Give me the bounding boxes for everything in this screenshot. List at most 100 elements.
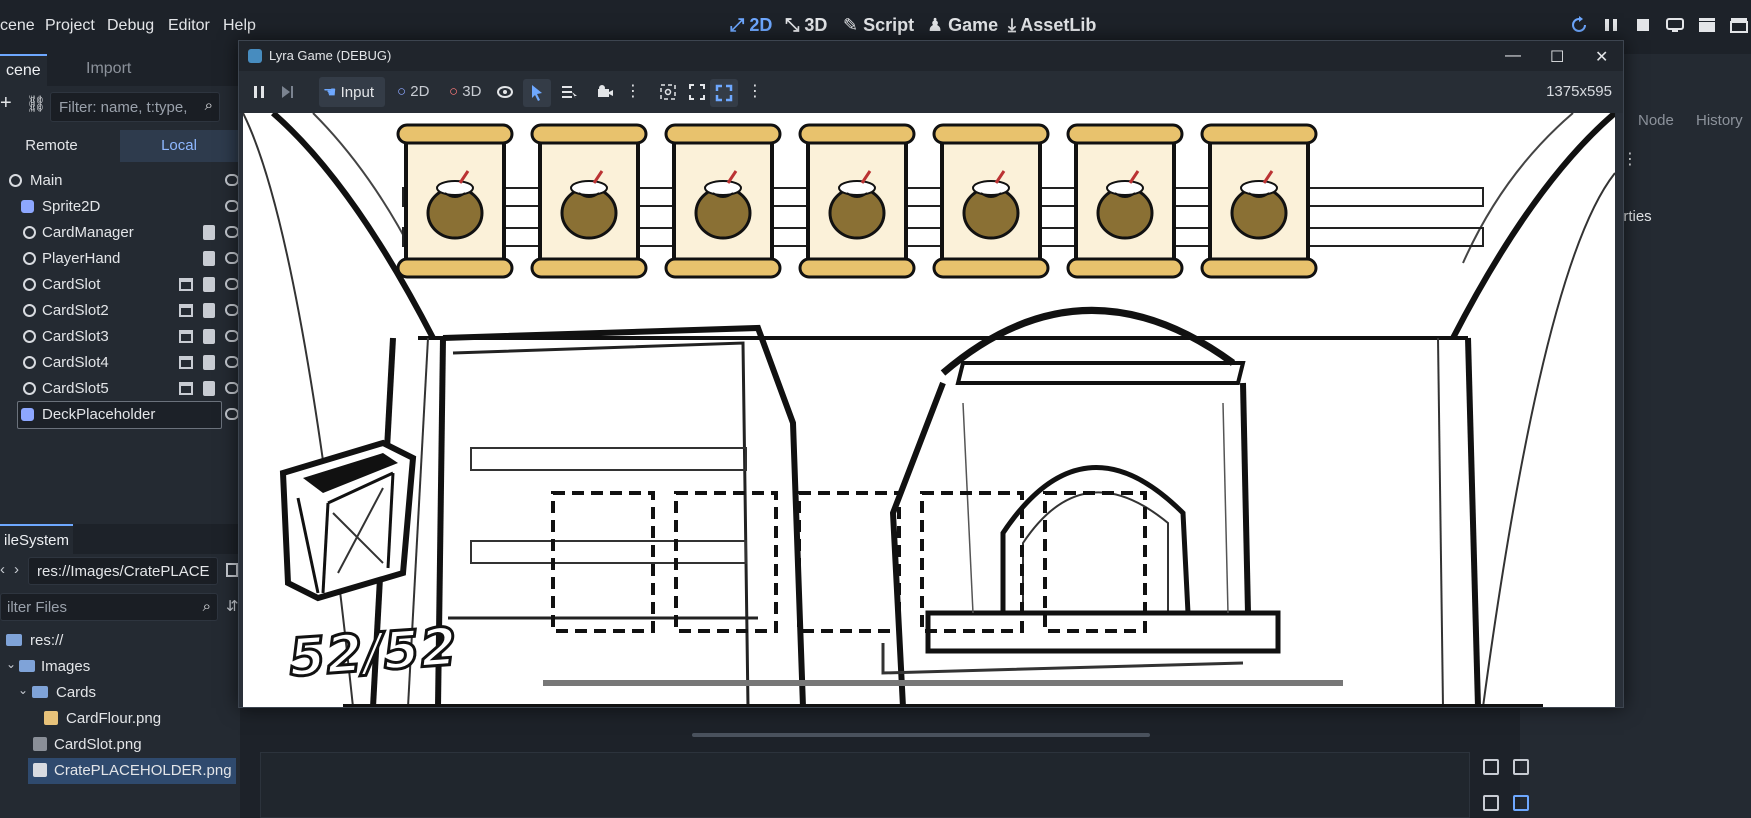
input-mode-button[interactable]: ☚ Input bbox=[319, 77, 385, 107]
fit-view-icon[interactable] bbox=[689, 84, 705, 100]
visibility-icon[interactable] bbox=[225, 408, 239, 420]
remote-debug-icon[interactable] bbox=[1666, 16, 1686, 36]
list-icon[interactable] bbox=[1483, 795, 1499, 811]
camera-icon[interactable] bbox=[597, 84, 613, 100]
select-tool-button[interactable] bbox=[523, 79, 551, 107]
minimize-icon[interactable]: — bbox=[1505, 47, 1521, 65]
workspace-script[interactable]: ✎ Script bbox=[843, 15, 914, 36]
close-icon[interactable]: ✕ bbox=[1595, 47, 1608, 67]
scene-filter-input[interactable]: Filter: name, t:type, ⌕ bbox=[50, 92, 220, 122]
link-icon[interactable]: ⛓ bbox=[26, 94, 46, 114]
forward-icon[interactable]: › bbox=[14, 561, 19, 578]
3d-mode-button[interactable]: ○ 3D bbox=[445, 77, 485, 107]
more-icon[interactable]: ⋮ bbox=[747, 81, 763, 100]
remote-button[interactable]: Remote bbox=[0, 130, 103, 162]
visibility-icon[interactable] bbox=[225, 330, 239, 342]
tree-node-playerhand[interactable]: PlayerHand bbox=[0, 246, 240, 272]
stop-icon[interactable] bbox=[1634, 16, 1654, 36]
visibility-icon[interactable] bbox=[225, 304, 239, 316]
workspace-2d[interactable]: ⤢ 2D bbox=[730, 15, 772, 36]
tab-filesystem[interactable]: ileSystem bbox=[0, 524, 74, 554]
script-icon[interactable] bbox=[203, 329, 215, 344]
pause-icon[interactable] bbox=[1602, 16, 1622, 36]
script-icon[interactable] bbox=[203, 251, 215, 266]
workspace-assetlib[interactable]: ⤓ AssetLib bbox=[1008, 15, 1096, 36]
fs-item-cardslot[interactable]: CardSlot.png bbox=[0, 732, 240, 758]
visibility-icon[interactable] bbox=[225, 174, 239, 186]
fs-item-cards[interactable]: ⌄ Cards bbox=[0, 680, 240, 706]
pause-icon[interactable] bbox=[251, 84, 267, 100]
fs-item-crateplaceholder[interactable]: CratePLACEHOLDER.png bbox=[28, 758, 236, 784]
list-select-icon[interactable] bbox=[561, 84, 577, 100]
tree-node-sprite2d[interactable]: Sprite2D bbox=[0, 194, 240, 220]
horizontal-scrollbar[interactable] bbox=[692, 733, 1150, 737]
run-scene-icon[interactable] bbox=[1730, 16, 1750, 36]
flour-card[interactable] bbox=[798, 123, 916, 279]
tab-history[interactable]: History bbox=[1696, 112, 1743, 129]
tree-node-cardslot5[interactable]: CardSlot5 bbox=[0, 376, 240, 402]
instance-icon[interactable] bbox=[179, 278, 193, 291]
visibility-icon[interactable] bbox=[225, 356, 239, 368]
visibility-icon[interactable] bbox=[225, 252, 239, 264]
card-slot[interactable] bbox=[797, 491, 901, 633]
menu-project[interactable]: Project bbox=[45, 17, 95, 35]
flour-card[interactable] bbox=[1066, 123, 1184, 279]
more-icon[interactable]: ⋮ bbox=[625, 81, 641, 100]
deck-crate[interactable] bbox=[279, 439, 417, 602]
tab-import[interactable]: Import bbox=[80, 54, 137, 86]
card-slot[interactable] bbox=[1043, 491, 1147, 633]
script-icon[interactable] bbox=[203, 277, 215, 292]
tree-node-main[interactable]: Main bbox=[0, 168, 240, 194]
script-icon[interactable] bbox=[203, 355, 215, 370]
script-icon[interactable] bbox=[203, 303, 215, 318]
more-icon[interactable]: ⋮ bbox=[1622, 149, 1638, 169]
game-viewport[interactable]: 52/52 bbox=[243, 113, 1615, 707]
workspace-game[interactable]: ♟ Game bbox=[927, 15, 998, 36]
flour-card[interactable] bbox=[932, 123, 1050, 279]
filesystem-filter-input[interactable]: ilter Files ⌕ bbox=[0, 593, 218, 621]
tree-node-cardslot4[interactable]: CardSlot4 bbox=[0, 350, 240, 376]
workspace-3d[interactable]: ⤡ 3D bbox=[785, 15, 827, 36]
tree-node-cardslot2[interactable]: CardSlot2 bbox=[0, 298, 240, 324]
back-icon[interactable]: ‹ bbox=[0, 561, 5, 578]
eye-icon[interactable] bbox=[497, 84, 513, 100]
visibility-icon[interactable] bbox=[225, 200, 239, 212]
tree-node-cardslot3[interactable]: CardSlot3 bbox=[0, 324, 240, 350]
menu-scene[interactable]: cene bbox=[0, 17, 35, 35]
flour-card[interactable] bbox=[530, 123, 648, 279]
pin-icon[interactable] bbox=[1483, 759, 1499, 775]
tree-node-cardmanager[interactable]: CardManager bbox=[0, 220, 240, 246]
tab-scene[interactable]: cene bbox=[0, 54, 47, 86]
tree-node-cardslot[interactable]: CardSlot bbox=[0, 272, 240, 298]
menu-help[interactable]: Help bbox=[223, 17, 256, 35]
flour-card[interactable] bbox=[396, 123, 514, 279]
fs-item-images[interactable]: ⌄ Images bbox=[0, 654, 240, 680]
search-icon[interactable] bbox=[1513, 795, 1529, 811]
add-node-icon[interactable]: + bbox=[0, 92, 12, 115]
local-button[interactable]: Local bbox=[120, 130, 238, 162]
flour-card[interactable] bbox=[664, 123, 782, 279]
copy-icon[interactable] bbox=[1513, 759, 1529, 775]
reload-icon[interactable] bbox=[1570, 16, 1590, 36]
script-icon[interactable] bbox=[203, 381, 215, 396]
menu-editor[interactable]: Editor bbox=[168, 17, 210, 35]
next-frame-icon[interactable] bbox=[279, 84, 295, 100]
instance-icon[interactable] bbox=[179, 382, 193, 395]
instance-icon[interactable] bbox=[179, 356, 193, 369]
split-view-icon[interactable] bbox=[226, 563, 238, 577]
tab-node[interactable]: Node bbox=[1638, 112, 1674, 129]
chevron-down-icon[interactable]: ⌄ bbox=[6, 657, 16, 671]
instance-icon[interactable] bbox=[179, 304, 193, 317]
sort-icon[interactable]: ⇵ bbox=[226, 597, 239, 615]
maximize-icon[interactable]: ☐ bbox=[1550, 47, 1564, 67]
card-slot[interactable] bbox=[920, 491, 1024, 633]
instance-icon[interactable] bbox=[179, 330, 193, 343]
visibility-icon[interactable] bbox=[225, 226, 239, 238]
visibility-icon[interactable] bbox=[225, 382, 239, 394]
zoom-reset-icon[interactable] bbox=[660, 84, 676, 100]
embed-fullscreen-button[interactable] bbox=[710, 79, 738, 107]
filesystem-path-input[interactable]: res://Images/CratePLACE bbox=[28, 557, 218, 585]
flour-card[interactable] bbox=[1200, 123, 1318, 279]
fs-item-cardflour[interactable]: CardFlour.png bbox=[0, 706, 240, 732]
chevron-down-icon[interactable]: ⌄ bbox=[18, 683, 28, 697]
